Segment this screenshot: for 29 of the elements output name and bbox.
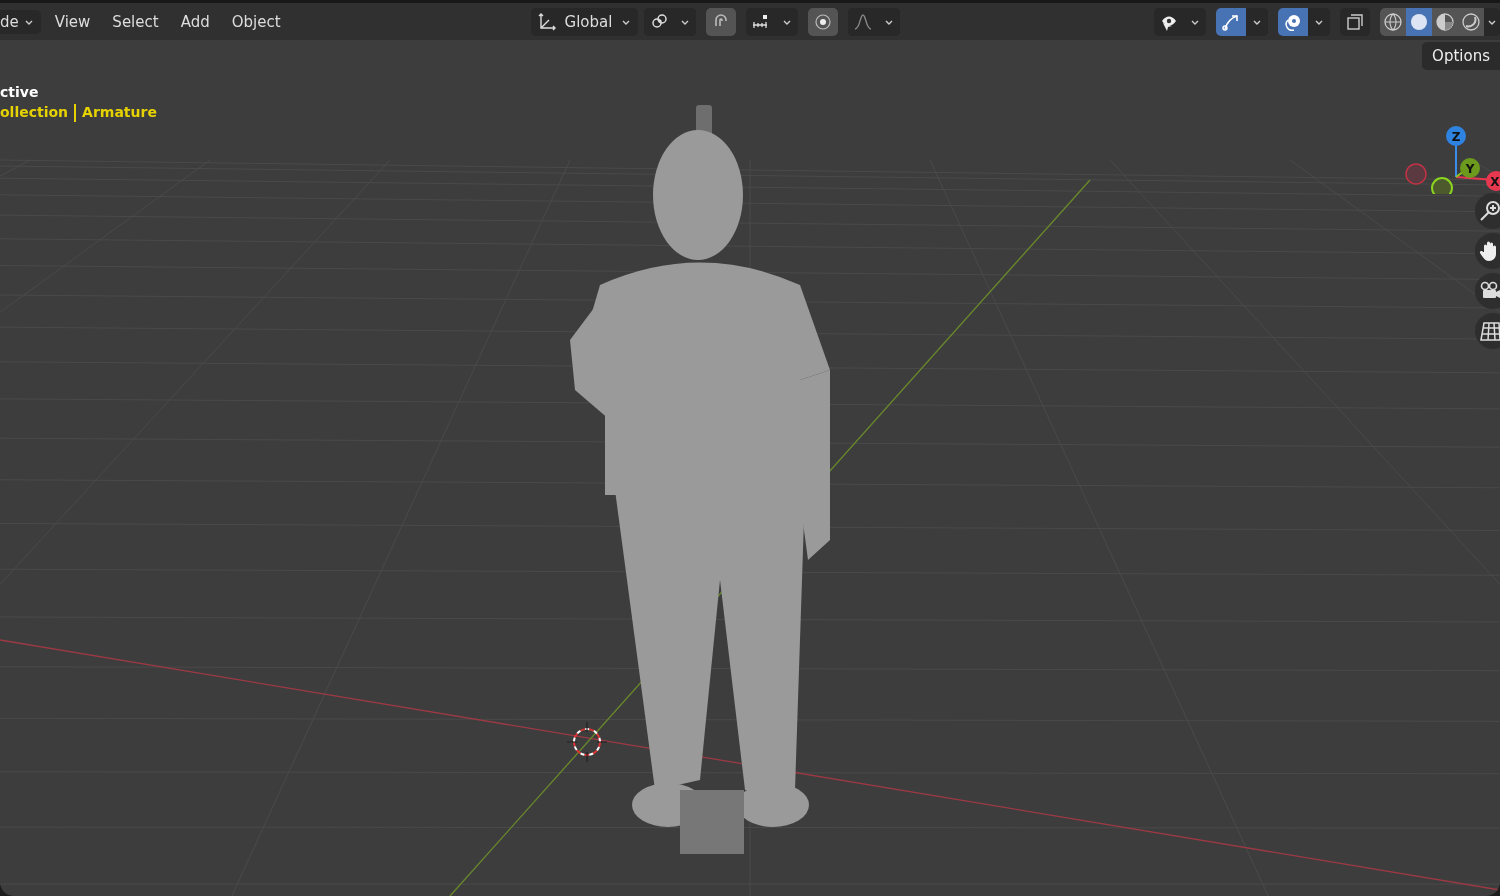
view-name: ctive	[0, 84, 40, 100]
transform-orientation-dropdown[interactable]: Global	[530, 7, 639, 36]
sphere-icon	[1435, 11, 1455, 32]
solid-shading-button[interactable]	[1406, 7, 1432, 36]
material-shading-button[interactable]	[1432, 7, 1458, 36]
proportional-toggle[interactable]	[808, 7, 839, 36]
overlay-toggle[interactable]	[1278, 7, 1308, 36]
menu-item[interactable]: Add	[172, 9, 218, 34]
proportional-icon	[813, 11, 834, 32]
axes-icon	[536, 11, 557, 32]
snap-toggle[interactable]	[706, 7, 737, 36]
rendered-shading-button[interactable]	[1458, 7, 1484, 36]
zoom-icon	[1479, 200, 1500, 222]
menu-item[interactable]: View	[46, 9, 99, 34]
menu-item[interactable]: Select	[104, 9, 167, 34]
gizmo-toggle[interactable]	[1216, 7, 1246, 36]
grid-icon	[1479, 320, 1500, 342]
3d-cursor-icon	[566, 721, 608, 763]
sphere-icon	[1409, 11, 1429, 32]
object-name: Armature	[82, 104, 157, 122]
collection-name: ollection	[0, 104, 69, 122]
sphere-icon	[1461, 11, 1481, 32]
menu-item[interactable]: Object	[223, 9, 289, 34]
xray-icon	[1345, 11, 1365, 32]
wireframe-shading-button[interactable]	[1380, 7, 1406, 36]
mode-dropdown[interactable]: de	[0, 9, 41, 34]
sphere-icon	[1383, 11, 1403, 32]
axis-gizmo[interactable]: Z Y X	[1400, 84, 1500, 194]
options-button[interactable]: Options	[1422, 42, 1500, 70]
